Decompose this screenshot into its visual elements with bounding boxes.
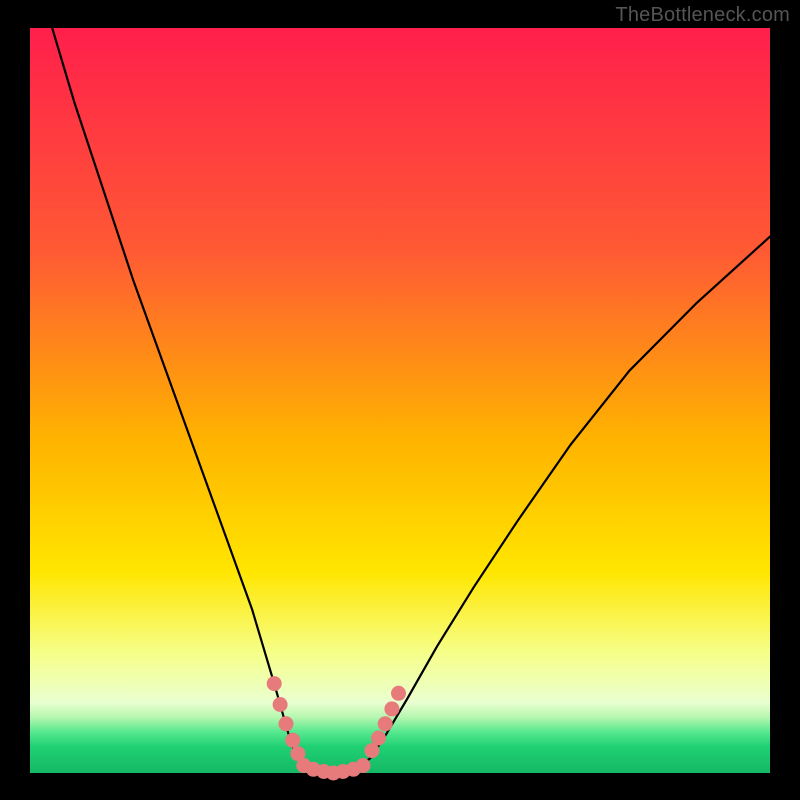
bottleneck-chart <box>0 0 800 800</box>
right-ascent-marker <box>384 701 399 716</box>
chart-frame: { "watermark": "TheBottleneck.com", "col… <box>0 0 800 800</box>
right-ascent-marker <box>378 716 393 731</box>
right-ascent-marker <box>391 686 406 701</box>
left-descent-marker <box>267 676 282 691</box>
left-descent-marker <box>279 716 294 731</box>
right-ascent-marker <box>371 731 386 746</box>
watermark-text: TheBottleneck.com <box>615 4 790 27</box>
plot-background <box>30 28 770 773</box>
bottom-flat-marker <box>356 758 371 773</box>
left-descent-marker <box>285 733 300 748</box>
left-descent-marker <box>273 697 288 712</box>
